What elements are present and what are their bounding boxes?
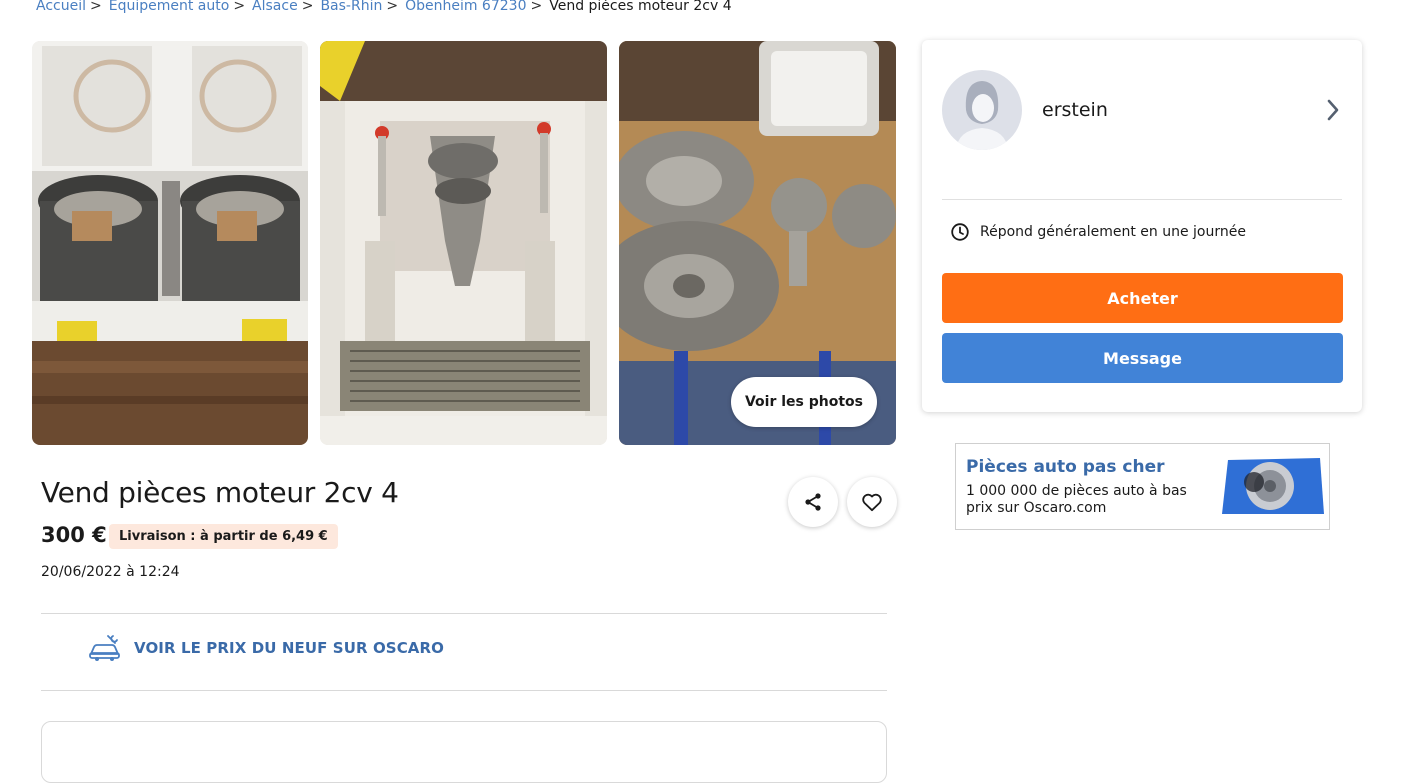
- listing-price: 300 €: [41, 523, 107, 547]
- engine-cylinders-photo[interactable]: [32, 41, 308, 445]
- share-button[interactable]: [788, 477, 838, 527]
- breadcrumb: Accueil > Équipement auto > Alsace > Bas-Rhin >…: [36, 0, 732, 14]
- section-divider: [41, 690, 887, 691]
- breadcrumb-separator: >: [90, 0, 102, 14]
- heart-icon: [862, 493, 882, 512]
- seller-profile-link[interactable]: [1324, 98, 1342, 126]
- response-text: Répond généralement en une journée: [980, 224, 1246, 240]
- share-icon: [805, 493, 821, 511]
- breadcrumb-alsace[interactable]: Alsace: [252, 0, 298, 14]
- chevron-right-icon: [1327, 99, 1339, 121]
- breadcrumb-separator: >: [530, 0, 543, 14]
- section-divider: [41, 613, 887, 614]
- ad-title: Pièces auto pas cher: [966, 457, 1165, 477]
- message-button[interactable]: Message: [942, 333, 1343, 383]
- seller-name[interactable]: erstein: [1042, 99, 1108, 121]
- buy-button[interactable]: Acheter: [942, 273, 1343, 323]
- details-card: [41, 721, 887, 783]
- breadcrumb-equipement-auto[interactable]: Équipement auto: [109, 0, 230, 14]
- ad-body: 1 000 000 de pièces auto à bas prix sur …: [966, 483, 1187, 516]
- card-divider: [942, 199, 1342, 200]
- response-time: Répond généralement en une journée: [950, 222, 1246, 242]
- seller-card: erstein Répond généralement en une journ…: [922, 40, 1362, 412]
- oscaro-link-label: VOIR LE PRIX DU NEUF SUR OSCARO: [134, 639, 445, 657]
- clutch-kit-image: [1222, 458, 1324, 514]
- breadcrumb-separator: >: [386, 0, 399, 14]
- clock-icon: [951, 223, 969, 241]
- oscaro-price-link[interactable]: VOIR LE PRIX DU NEUF SUR OSCARO: [88, 634, 444, 662]
- car-repair-icon: [89, 635, 120, 661]
- breadcrumb-home[interactable]: Accueil: [36, 0, 86, 14]
- breadcrumb-separator: >: [233, 0, 246, 14]
- delivery-badge: Livraison : à partir de 6,49 €: [109, 524, 338, 549]
- avatar[interactable]: [942, 70, 1022, 150]
- breadcrumb-current: Vend pièces moteur 2cv 4: [549, 0, 732, 14]
- oscaro-ad[interactable]: Pièces auto pas cher 1 000 000 de pièces…: [955, 443, 1330, 530]
- listing-date: 20/06/2022 à 12:24: [41, 564, 180, 580]
- breadcrumb-obenheim[interactable]: Obenheim 67230: [405, 0, 526, 14]
- see-photos-button[interactable]: Voir les photos: [731, 377, 877, 427]
- breadcrumb-separator: >: [301, 0, 314, 14]
- breadcrumb-bas-rhin[interactable]: Bas-Rhin: [320, 0, 382, 14]
- listing-title: Vend pièces moteur 2cv 4: [41, 476, 399, 509]
- crankshaft-photo[interactable]: [320, 41, 607, 445]
- favorite-button[interactable]: [847, 477, 897, 527]
